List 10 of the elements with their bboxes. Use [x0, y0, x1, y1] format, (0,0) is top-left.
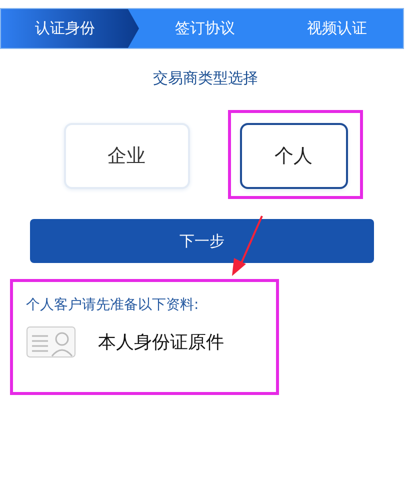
notice-title: 个人客户请先准备以下资料: — [26, 296, 200, 314]
type-option[interactable]: 企业 — [64, 123, 190, 189]
type-option[interactable]: 个人 — [240, 123, 348, 189]
id-card-icon — [26, 326, 76, 358]
step-tab[interactable]: 签订协议 — [139, 9, 271, 48]
document-name: 本人身份证原件 — [98, 331, 224, 354]
step-tab[interactable]: 视频认证 — [271, 9, 403, 48]
next-button[interactable]: 下一步 — [30, 219, 374, 263]
section-title: 交易商类型选择 — [152, 69, 259, 88]
step-tab[interactable]: 认证身份 — [1, 9, 139, 48]
